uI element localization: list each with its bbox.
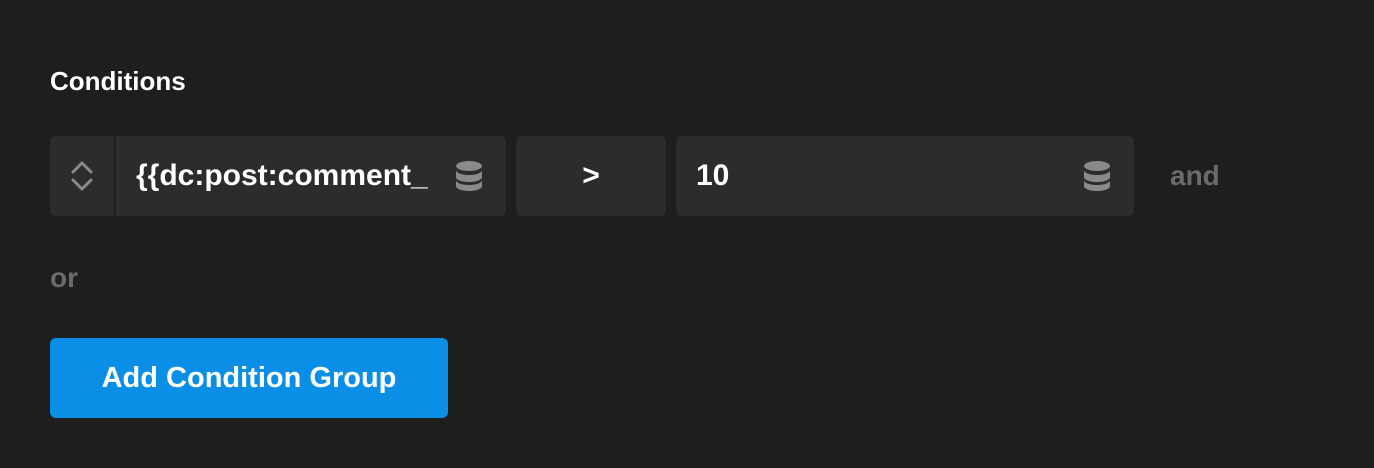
database-icon[interactable] — [454, 160, 484, 192]
section-title: Conditions — [50, 66, 186, 96]
condition-key-field — [50, 136, 506, 216]
operator-label: > — [582, 159, 600, 192]
condition-value-input[interactable] — [696, 136, 1056, 216]
condition-row: > and — [50, 136, 1250, 216]
condition-value-field — [676, 136, 1134, 216]
conditions-panel: Conditions > — [50, 0, 1330, 468]
add-condition-group-button[interactable]: Add Condition Group — [50, 338, 448, 418]
sort-handle-icon — [71, 161, 93, 191]
add-or-condition[interactable]: or — [50, 260, 78, 296]
database-icon[interactable] — [1082, 160, 1112, 192]
drag-handle[interactable] — [50, 136, 116, 216]
condition-key-input[interactable] — [136, 136, 436, 216]
condition-operator-select[interactable]: > — [516, 136, 666, 216]
add-and-condition[interactable]: and — [1170, 136, 1220, 216]
